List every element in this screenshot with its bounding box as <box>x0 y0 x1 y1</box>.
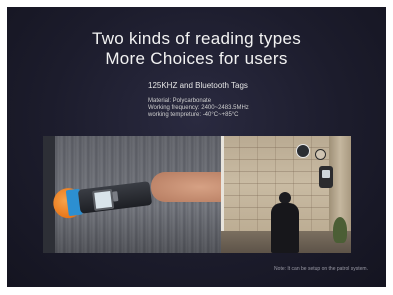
device-screen <box>92 188 115 212</box>
signal-icon <box>315 149 326 160</box>
bluetooth-tag-icon <box>296 144 310 158</box>
spec-material: Material: Polycarbonate <box>148 98 212 104</box>
product-slide: Two kinds of reading types More Choices … <box>7 7 386 287</box>
handheld-reader-photo <box>43 136 221 253</box>
potted-plant <box>333 217 347 243</box>
patrol-system-note: Note: It can be setup on the patrol syst… <box>274 266 368 272</box>
guard-patrol-photo <box>221 136 351 253</box>
spec-temperature: working tempreture: -40°C~+85°C <box>148 112 239 118</box>
device-button <box>112 191 119 202</box>
spec-frequency: Working frequency: 2400~2483.5MHz <box>148 105 249 111</box>
headline-line-1: Two kinds of reading types <box>91 29 302 48</box>
guard-body <box>271 203 299 253</box>
hand-arm <box>151 172 221 202</box>
reader-screen <box>322 170 330 178</box>
headline-line-2: More Choices for users <box>105 49 288 68</box>
security-guard <box>269 192 301 253</box>
wall-mounted-reader <box>319 166 333 188</box>
tag-types-subheading: 125KHZ and Bluetooth Tags <box>148 81 248 90</box>
